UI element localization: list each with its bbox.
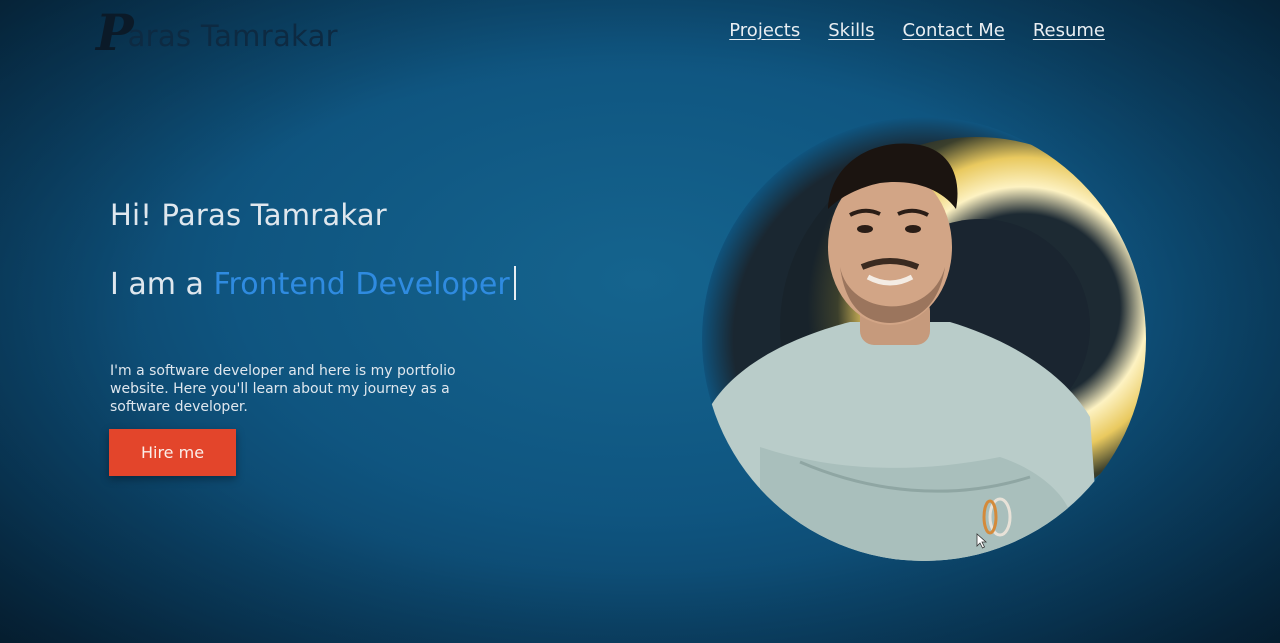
- hire-me-button[interactable]: Hire me: [109, 429, 236, 476]
- mouse-pointer-icon: [976, 533, 988, 549]
- nav-link-projects[interactable]: Projects: [729, 20, 800, 41]
- role-prefix: I am a: [110, 267, 214, 302]
- nav-link-contact[interactable]: Contact Me: [902, 20, 1004, 41]
- nav-link-resume[interactable]: Resume: [1033, 20, 1105, 41]
- hero-role-line: I am a Frontend Developer: [110, 266, 516, 302]
- role-typed-text: Frontend Developer: [213, 267, 510, 302]
- typing-caret: [513, 266, 516, 300]
- profile-photo: [702, 117, 1146, 561]
- logo-text: aras Tamrakar: [127, 19, 338, 53]
- hero-intro: I'm a software developer and here is my …: [110, 363, 456, 415]
- hero-greeting: Hi! Paras Tamrakar: [110, 198, 387, 232]
- main-nav: Projects Skills Contact Me Resume: [729, 20, 1105, 41]
- site-logo[interactable]: P aras Tamrakar: [96, 4, 338, 58]
- nav-link-skills[interactable]: Skills: [828, 20, 874, 41]
